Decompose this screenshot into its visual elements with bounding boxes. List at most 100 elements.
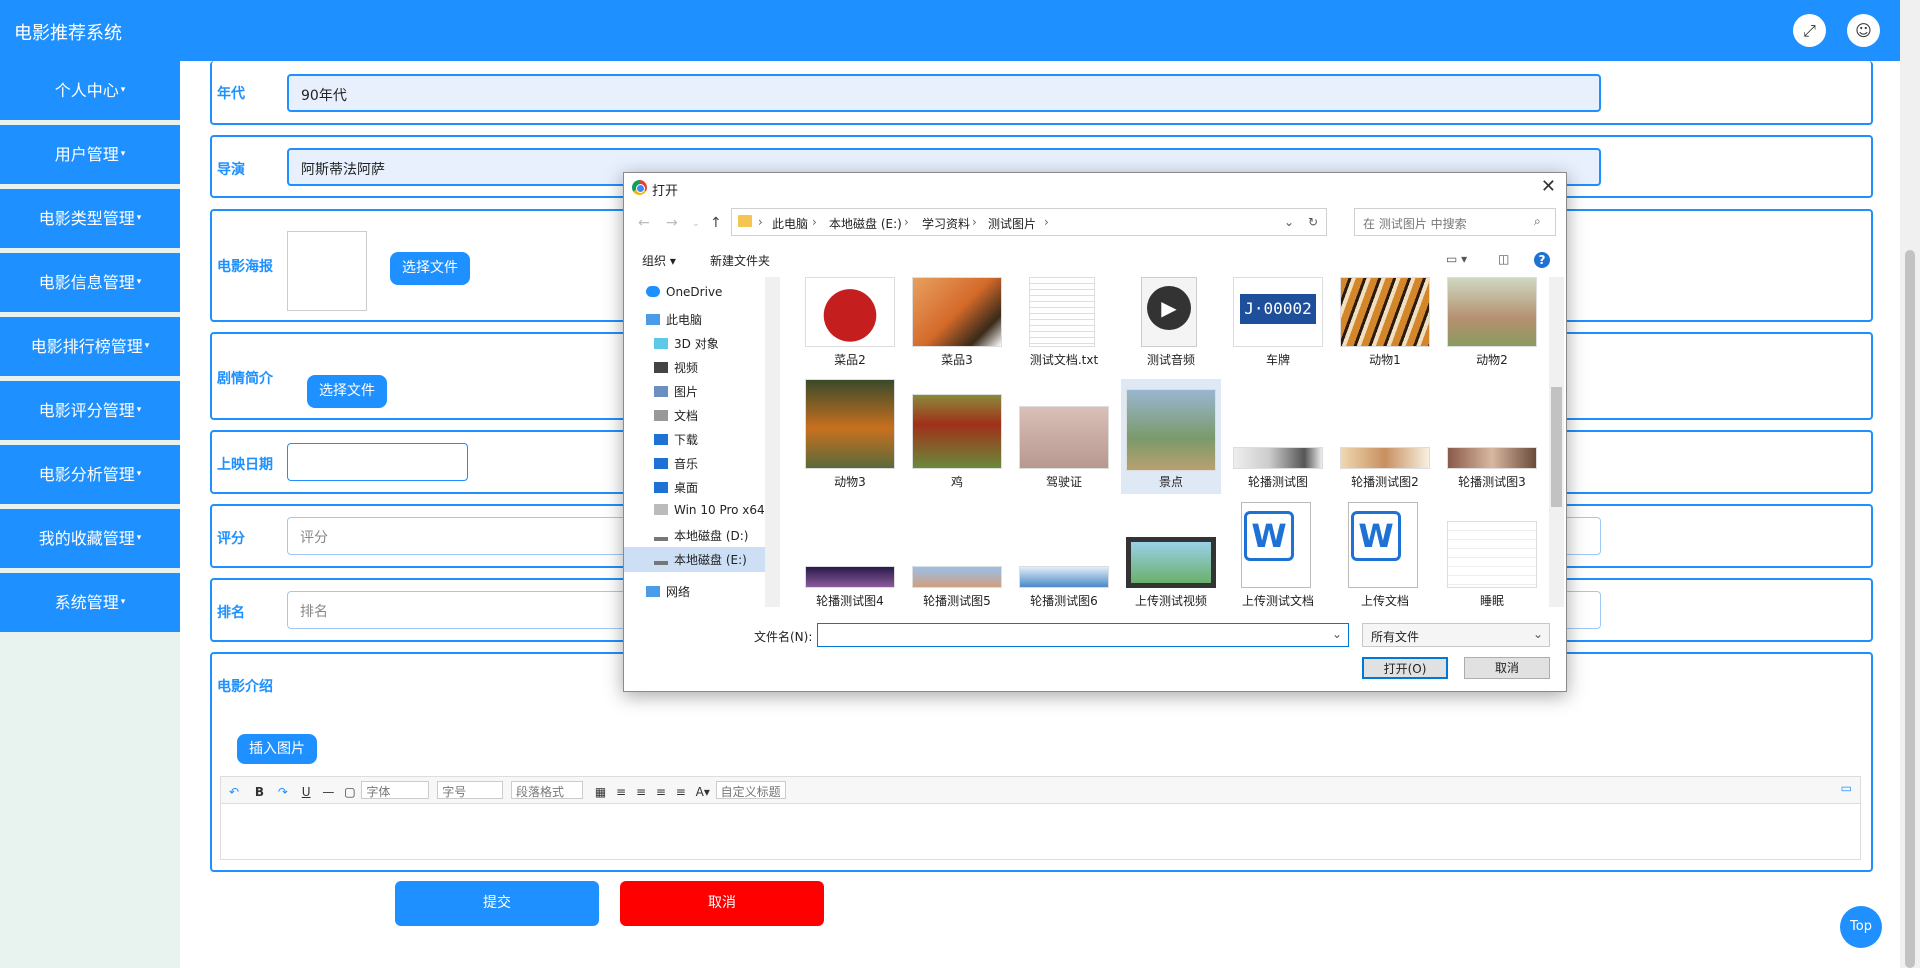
- nav-drive-e[interactable]: 本地磁盘 (E:): [624, 547, 765, 572]
- preview-pane-icon[interactable]: ◫: [1498, 252, 1509, 266]
- help-icon[interactable]: ?: [1534, 252, 1550, 268]
- poster-label: 电影海报: [217, 259, 273, 275]
- intro-label: 电影介绍: [217, 679, 273, 695]
- page-icon[interactable]: ▢: [344, 785, 355, 799]
- paragraph-select[interactable]: 段落格式: [511, 781, 584, 799]
- close-icon[interactable]: ✕: [1541, 176, 1556, 197]
- synopsis-choose-file-button[interactable]: 选择文件: [307, 375, 387, 408]
- nav-onedrive[interactable]: OneDrive: [646, 285, 722, 299]
- nav-scrollbar[interactable]: [765, 277, 780, 607]
- editor-toolbar: ↶ B ↷ U — ▢ 字体 字号 段落格式 ▦ ≡ ≡ ≡ ≡ A▾ 自定义标…: [220, 776, 1861, 804]
- file-thumbnail: [912, 394, 1002, 469]
- search-input[interactable]: 在 测试图片 中搜索: [1354, 208, 1556, 236]
- undo-icon[interactable]: ↶: [229, 785, 239, 799]
- top-bar: 电影推荐系统 ⤢ ☺: [0, 0, 1900, 61]
- poster-choose-file-button[interactable]: 选择文件: [390, 252, 470, 285]
- nav-pictures[interactable]: 图片: [654, 383, 698, 400]
- back-icon[interactable]: ←: [638, 215, 650, 231]
- sidebar-item-label: 用户管理: [54, 145, 119, 164]
- sidebar-item-label: 电影分析管理: [38, 465, 135, 484]
- sidebar-item-ranking[interactable]: 电影排行榜管理 ▾: [0, 317, 180, 376]
- filetype-select[interactable]: 所有文件 ⌄: [1362, 623, 1550, 647]
- back-to-top-button[interactable]: Top: [1840, 906, 1882, 948]
- table-icon[interactable]: ▦: [595, 785, 606, 799]
- filename-input[interactable]: ⌄: [817, 623, 1349, 647]
- video-icon: [1126, 537, 1216, 588]
- nav-drive-d[interactable]: 本地磁盘 (D:): [654, 527, 748, 544]
- nav-documents[interactable]: 文档: [654, 407, 698, 424]
- recent-chevron-icon[interactable]: ⌄: [692, 219, 700, 229]
- font-select[interactable]: 字体: [361, 781, 430, 799]
- underline-icon[interactable]: U: [302, 785, 311, 799]
- release-label: 上映日期: [217, 457, 273, 473]
- dialog-cancel-button[interactable]: 取消: [1464, 657, 1550, 679]
- play-icon: ▶: [1141, 277, 1197, 347]
- nav-desktop[interactable]: 桌面: [654, 479, 698, 496]
- refresh-icon[interactable]: ↻: [1308, 215, 1318, 229]
- year-field[interactable]: 90年代: [287, 74, 1601, 112]
- breadcrumb-study[interactable]: 学习资料: [922, 215, 970, 232]
- sidebar-item-movie-info[interactable]: 电影信息管理 ▾: [0, 253, 180, 312]
- nav-win10[interactable]: Win 10 Pro x64: [654, 503, 765, 517]
- align-center-icon[interactable]: ≡: [656, 785, 666, 799]
- address-bar[interactable]: › 此电脑 › 本地磁盘 (E:) › 学习资料 › 测试图片 › ⌄ ↻: [731, 208, 1327, 236]
- score-label: 评分: [217, 531, 245, 547]
- forward-icon[interactable]: →: [666, 215, 678, 231]
- chevron-down-icon: ▾: [136, 469, 142, 479]
- insert-image-button[interactable]: 插入图片: [237, 734, 317, 764]
- align-right-icon[interactable]: ≡: [636, 785, 646, 799]
- sidebar-item-rating[interactable]: 电影评分管理 ▾: [0, 381, 180, 440]
- nav-3d-objects[interactable]: 3D 对象: [654, 335, 719, 352]
- network-icon: [646, 586, 660, 597]
- size-select[interactable]: 字号: [437, 781, 504, 799]
- nav-music[interactable]: 音乐: [654, 455, 698, 472]
- file-thumbnail: [1019, 406, 1109, 469]
- breadcrumb-test-images[interactable]: 测试图片: [988, 215, 1036, 232]
- nav-network[interactable]: 网络: [646, 583, 690, 600]
- sidebar-item-personal[interactable]: 个人中心 ▾: [0, 61, 180, 120]
- sidebar-item-users[interactable]: 用户管理 ▾: [0, 125, 180, 184]
- new-folder-button[interactable]: 新建文件夹: [710, 252, 770, 269]
- nav-videos[interactable]: 视频: [654, 359, 698, 376]
- sidebar-item-favorites[interactable]: 我的收藏管理 ▾: [0, 509, 180, 568]
- word-doc-icon: W: [1348, 502, 1418, 588]
- file-open-dialog: 打开 ✕ ← → ⌄ ↑ › 此电脑 › 本地磁盘 (E:) › 学习资料 › …: [623, 172, 1567, 692]
- redo-icon[interactable]: ↷: [278, 785, 288, 799]
- bold-icon[interactable]: B: [255, 785, 264, 799]
- nav-downloads[interactable]: 下载: [654, 431, 698, 448]
- organize-button[interactable]: 组织 ▾: [642, 252, 676, 269]
- font-color-icon[interactable]: A▾: [696, 785, 710, 799]
- file-grid-scrollbar[interactable]: [1549, 277, 1564, 607]
- sidebar-item-label: 系统管理: [54, 593, 119, 612]
- chevron-down-icon: ▾: [120, 85, 126, 95]
- rank-label: 排名: [217, 605, 245, 621]
- view-options-icon[interactable]: ▭ ▾: [1446, 252, 1467, 266]
- poster-image: [287, 231, 367, 311]
- submit-button[interactable]: 提交: [395, 881, 599, 926]
- sidebar-item-movie-types[interactable]: 电影类型管理 ▾: [0, 189, 180, 248]
- address-dropdown-icon[interactable]: ⌄: [1284, 215, 1294, 229]
- file-thumbnail: [1447, 447, 1537, 469]
- file-thumbnail: [912, 277, 1002, 347]
- page-scrollbar-thumb[interactable]: [1905, 250, 1915, 968]
- nav-this-pc[interactable]: 此电脑: [646, 311, 702, 328]
- source-icon[interactable]: ▭: [1841, 781, 1852, 795]
- up-icon[interactable]: ↑: [710, 215, 722, 231]
- chevron-down-icon: ▾: [136, 405, 142, 415]
- file-item-selected[interactable]: 景点: [1121, 379, 1221, 494]
- custom-title-select[interactable]: 自定义标题: [715, 781, 786, 799]
- justify-icon[interactable]: ≡: [676, 785, 686, 799]
- hr-icon[interactable]: —: [322, 785, 334, 799]
- open-button[interactable]: 打开(O): [1362, 657, 1448, 679]
- release-date-field[interactable]: [287, 443, 468, 481]
- breadcrumb-this-pc[interactable]: 此电脑: [772, 215, 808, 232]
- breadcrumb-drive-e[interactable]: 本地磁盘 (E:): [829, 215, 902, 232]
- align-left-icon[interactable]: ≡: [616, 785, 626, 799]
- editor-content[interactable]: [220, 804, 1861, 860]
- sidebar: 个人中心 ▾ 用户管理 ▾ 电影类型管理 ▾ 电影信息管理 ▾ 电影排行榜管理 ▾ 电影评…: [0, 61, 180, 637]
- sidebar-item-system[interactable]: 系统管理 ▾: [0, 573, 180, 632]
- user-icon[interactable]: ☺: [1847, 14, 1880, 47]
- cancel-button[interactable]: 取消: [620, 881, 824, 926]
- expand-icon[interactable]: ⤢: [1793, 14, 1826, 47]
- sidebar-item-analysis[interactable]: 电影分析管理 ▾: [0, 445, 180, 504]
